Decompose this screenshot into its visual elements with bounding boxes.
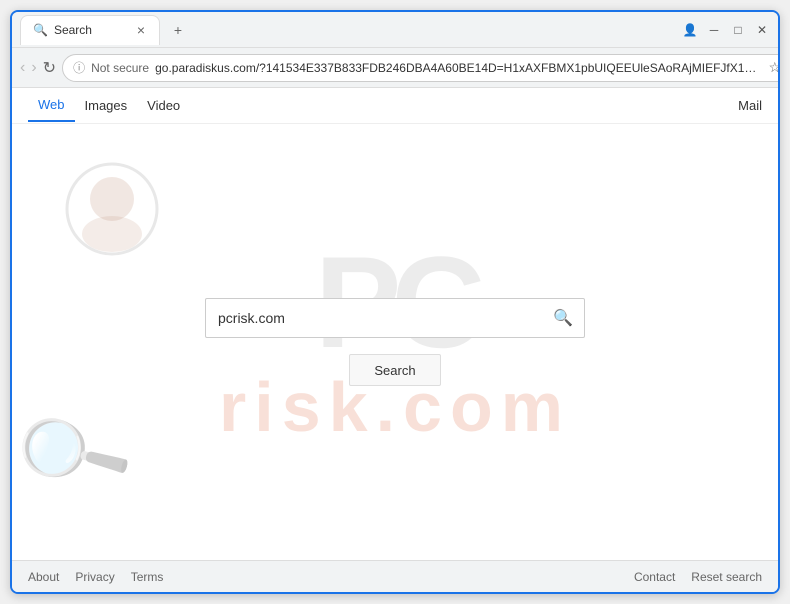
- tab-close-button[interactable]: ×: [135, 22, 147, 38]
- search-input[interactable]: [205, 298, 585, 338]
- maximize-button[interactable]: □: [730, 22, 746, 38]
- profile-button[interactable]: 👤: [682, 22, 698, 38]
- window-controls: 👤 ─ □ ✕: [682, 22, 770, 38]
- footer-left: About Privacy Terms: [28, 570, 163, 584]
- address-bar-row: ‹ › ↻ ⓘ Not secure go.paradiskus.com/?14…: [12, 48, 778, 88]
- footer-about-link[interactable]: About: [28, 570, 59, 584]
- minimize-button[interactable]: ─: [706, 22, 722, 38]
- not-secure-label: Not secure: [91, 61, 149, 75]
- nav-item-video[interactable]: Video: [137, 90, 190, 121]
- search-form: 🔍 Search: [205, 298, 585, 386]
- browser-window: 🔍 Search × + 👤 ─ □ ✕ ‹ › ↻ ⓘ Not secure …: [10, 10, 780, 594]
- title-bar: 🔍 Search × + 👤 ─ □ ✕: [12, 12, 778, 48]
- back-button[interactable]: ‹: [20, 54, 25, 82]
- site-nav: Web Images Video Mail: [12, 88, 778, 124]
- browser-tab[interactable]: 🔍 Search ×: [20, 15, 160, 45]
- bookmark-button[interactable]: ☆: [768, 59, 780, 76]
- footer-privacy-link[interactable]: Privacy: [75, 570, 114, 584]
- search-button[interactable]: Search: [349, 354, 440, 386]
- footer-right: Contact Reset search: [634, 570, 762, 584]
- footer-contact-link[interactable]: Contact: [634, 570, 675, 584]
- search-input-wrapper: 🔍: [205, 298, 585, 338]
- tab-title: Search: [54, 23, 92, 37]
- address-text: go.paradiskus.com/?141534E337B833FDB246D…: [155, 61, 762, 75]
- forward-button[interactable]: ›: [31, 54, 36, 82]
- footer-reset-search-link[interactable]: Reset search: [691, 570, 762, 584]
- address-bar[interactable]: ⓘ Not secure go.paradiskus.com/?141534E3…: [62, 54, 780, 82]
- close-button[interactable]: ✕: [754, 22, 770, 38]
- nav-item-web[interactable]: Web: [28, 89, 75, 122]
- security-icon: ⓘ: [73, 59, 85, 76]
- magnifier-watermark: 🔍: [12, 387, 138, 518]
- footer: About Privacy Terms Contact Reset search: [12, 560, 778, 592]
- nav-mail-link[interactable]: Mail: [738, 98, 762, 113]
- refresh-button[interactable]: ↻: [43, 54, 56, 82]
- footer-terms-link[interactable]: Terms: [131, 570, 164, 584]
- new-tab-button[interactable]: +: [164, 16, 192, 44]
- nav-item-images[interactable]: Images: [75, 90, 138, 121]
- main-content: 🔍 PC risk.com 🔍 Search: [12, 124, 778, 560]
- watermark-logo-area: [52, 154, 172, 274]
- tab-favicon: 🔍: [33, 23, 48, 37]
